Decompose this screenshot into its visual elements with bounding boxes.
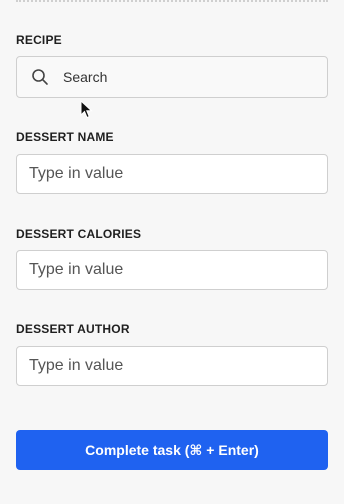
divider xyxy=(16,0,328,2)
recipe-label: RECIPE xyxy=(16,33,62,47)
dessert-name-input[interactable] xyxy=(16,154,328,194)
complete-task-button[interactable]: Complete task (⌘ + Enter) xyxy=(16,430,328,470)
dessert-calories-input[interactable] xyxy=(16,250,328,290)
dessert-calories-label: DESSERT CALORIES xyxy=(16,227,142,241)
mouse-pointer-icon xyxy=(80,100,93,119)
dessert-author-label: DESSERT AUTHOR xyxy=(16,322,130,336)
recipe-search-box[interactable] xyxy=(16,56,328,98)
recipe-search-input[interactable] xyxy=(63,69,293,85)
search-icon xyxy=(32,69,48,85)
dessert-name-label: DESSERT NAME xyxy=(16,130,114,144)
task-form: RECIPE DESSERT NAME DESSERT CALORIES DES… xyxy=(0,0,344,504)
dessert-author-input[interactable] xyxy=(16,346,328,386)
